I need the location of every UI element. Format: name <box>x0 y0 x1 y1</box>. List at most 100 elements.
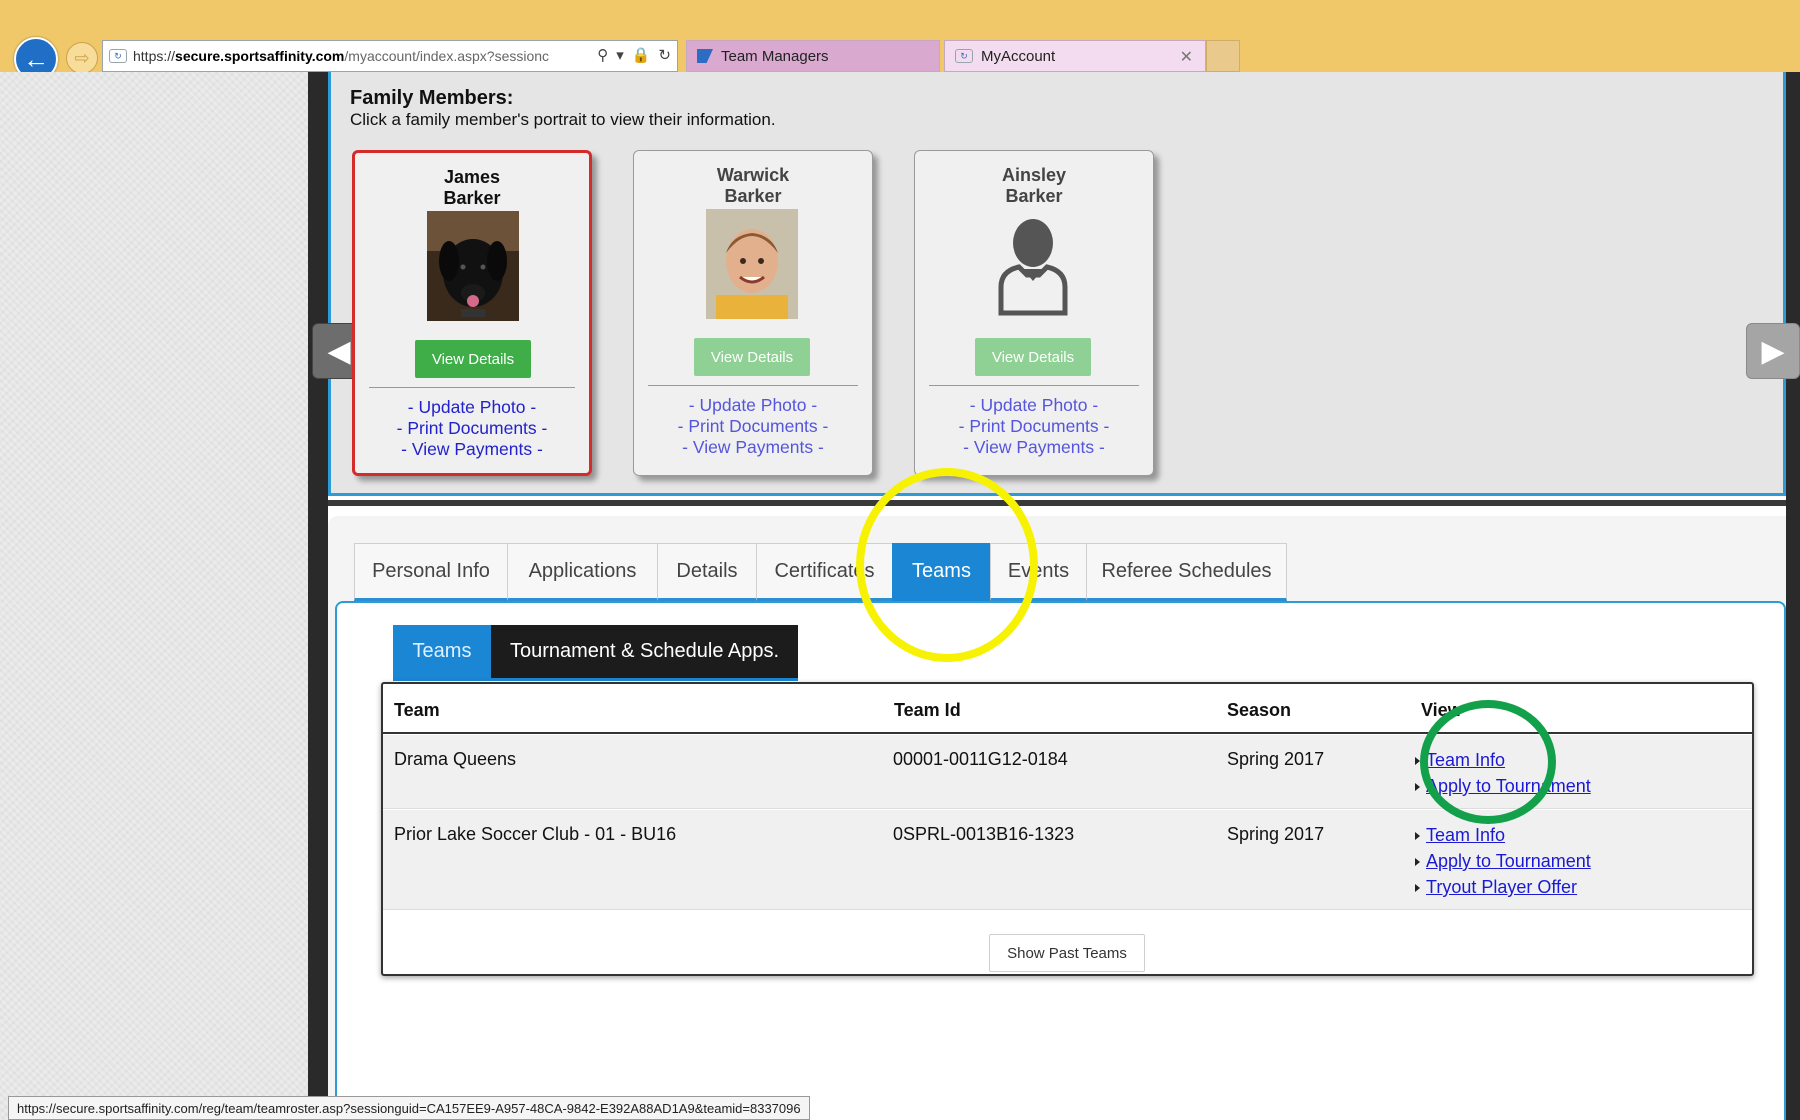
browser-tab-team-managers[interactable]: Team Managers <box>686 40 940 72</box>
update-photo-link[interactable]: - Update Photo - <box>915 395 1153 416</box>
close-tab-icon[interactable]: ✕ <box>1180 47 1193 67</box>
update-photo-link[interactable]: - Update Photo - <box>355 397 589 418</box>
page-border-right <box>1786 72 1800 1120</box>
page-background <box>0 72 308 1120</box>
chevron-left-icon: ◀ <box>327 334 351 368</box>
tryout-player-offer-link[interactable]: Tryout Player Offer <box>1415 874 1591 900</box>
print-documents-link[interactable]: - Print Documents - <box>915 416 1153 437</box>
member-card-warwick[interactable]: Warwick Barker View Details - Update Pho… <box>633 150 873 476</box>
member-name: Warwick Barker <box>634 165 872 207</box>
address-bar[interactable]: ↻ https://secure.sportsaffinity.com/myac… <box>102 40 678 72</box>
tab-referee-schedules[interactable]: Referee Schedules <box>1086 543 1287 601</box>
new-tab-button[interactable] <box>1206 40 1240 72</box>
lock-icon[interactable]: 🔒 <box>632 46 651 64</box>
tab-favicon-icon: ↻ <box>955 49 973 63</box>
triangle-bullet-icon <box>1415 858 1420 867</box>
view-payments-link[interactable]: - View Payments - <box>915 437 1153 458</box>
tab-personal-info[interactable]: Personal Info <box>354 543 507 601</box>
triangle-bullet-icon <box>1415 783 1420 792</box>
member-card-ainsley[interactable]: Ainsley Barker View Details - Update Pho… <box>914 150 1154 476</box>
card-divider <box>929 385 1139 386</box>
url-scheme: https:// <box>133 48 176 64</box>
view-details-button[interactable]: View Details <box>975 338 1091 376</box>
link-label: Team Info <box>1426 750 1506 770</box>
member-name: James Barker <box>355 167 589 209</box>
view-payments-link[interactable]: - View Payments - <box>355 439 589 460</box>
tab-flag-icon <box>697 49 713 63</box>
link-label: Tryout Player Offer <box>1426 877 1578 897</box>
print-documents-link[interactable]: - Print Documents - <box>355 418 589 439</box>
dropdown-icon[interactable]: ▾ <box>616 46 624 64</box>
view-payments-link[interactable]: - View Payments - <box>634 437 872 458</box>
member-first-name: Ainsley <box>1001 165 1067 185</box>
card-divider <box>648 385 858 386</box>
member-first-name: Warwick <box>716 165 790 185</box>
search-icon[interactable]: ⚲ <box>597 46 608 64</box>
browser-tab-label: Team Managers <box>721 47 829 65</box>
tab-applications[interactable]: Applications <box>507 543 657 601</box>
member-card-james[interactable]: James Barker View Details - Update Photo… <box>352 150 592 476</box>
season-cell: Spring 2017 <box>1227 824 1325 844</box>
tab-events[interactable]: Events <box>990 543 1086 601</box>
member-links: - Update Photo - - Print Documents - - V… <box>634 395 872 458</box>
browser-tab-myaccount[interactable]: ↻ MyAccount ✕ <box>944 40 1206 72</box>
status-bar-url: https://secure.sportsaffinity.com/reg/te… <box>8 1096 810 1120</box>
column-header-season: Season <box>1227 700 1292 720</box>
view-links: Team Info Apply to Tournament Tryout Pla… <box>1415 822 1591 900</box>
team-info-link[interactable]: Team Info <box>1415 822 1591 848</box>
header-rule <box>383 732 1752 734</box>
triangle-bullet-icon <box>1415 757 1420 766</box>
address-bar-icons: ⚲ ▾ 🔒 ↻ <box>597 46 671 64</box>
season-cell: Spring 2017 <box>1227 749 1325 769</box>
member-links: - Update Photo - - Print Documents - - V… <box>355 397 589 460</box>
url-host: secure.sportsaffinity.com <box>175 48 345 64</box>
view-details-button[interactable]: View Details <box>694 338 810 376</box>
print-documents-link[interactable]: - Print Documents - <box>634 416 872 437</box>
refresh-icon[interactable]: ↻ <box>658 46 671 64</box>
subtab-tournament-schedule-apps[interactable]: Tournament & Schedule Apps. <box>491 625 798 681</box>
card-divider <box>369 387 575 388</box>
member-first-name: James <box>443 167 501 187</box>
member-last-name: Barker <box>1005 186 1063 206</box>
apply-to-tournament-link[interactable]: Apply to Tournament <box>1415 773 1591 799</box>
tab-teams[interactable]: Teams <box>892 543 990 601</box>
member-last-name: Barker <box>724 186 782 206</box>
team-name-cell: Prior Lake Soccer Club - 01 - BU16 <box>394 824 677 844</box>
person-silhouette-icon[interactable] <box>987 209 1079 319</box>
apply-to-tournament-link[interactable]: Apply to Tournament <box>1415 848 1591 874</box>
show-past-teams-button[interactable]: Show Past Teams <box>989 934 1145 972</box>
chevron-right-icon: ▶ <box>1761 334 1785 368</box>
table-row: Drama Queens 00001-0011G12-0184 Spring 2… <box>383 735 1752 809</box>
triangle-bullet-icon <box>1415 884 1420 893</box>
table-row: Prior Lake Soccer Club - 01 - BU16 0SPRL… <box>383 810 1752 910</box>
teams-table: Team Team Id Season View Drama Queens 00… <box>381 682 1754 976</box>
tab-details[interactable]: Details <box>657 543 756 601</box>
member-last-name: Barker <box>443 188 501 208</box>
team-name-cell: Drama Queens <box>394 749 517 769</box>
column-header-team-id: Team Id <box>894 700 961 720</box>
main-tab-bar: Personal Info Applications Details Certi… <box>354 543 1287 601</box>
member-portrait-photo[interactable] <box>706 209 798 319</box>
url-path: /myaccount/index.aspx?sessionc <box>344 48 550 64</box>
family-members-subtitle: Click a family member's portrait to view… <box>350 110 776 129</box>
carousel-next-button[interactable]: ▶ <box>1746 323 1800 379</box>
team-info-link[interactable]: Team Info <box>1415 747 1591 773</box>
link-label: Apply to Tournament <box>1426 851 1591 871</box>
tab-certificates[interactable]: Certificates <box>756 543 892 601</box>
browser-tab-label: MyAccount <box>981 47 1056 65</box>
view-details-button[interactable]: View Details <box>415 340 531 378</box>
view-links: Team Info Apply to Tournament <box>1415 747 1591 799</box>
subtab-teams[interactable]: Teams <box>393 625 491 681</box>
update-photo-link[interactable]: - Update Photo - <box>634 395 872 416</box>
family-members-title: Family Members: <box>350 87 514 109</box>
member-links: - Update Photo - - Print Documents - - V… <box>915 395 1153 458</box>
forward-arrow-icon[interactable]: ⇨ <box>66 42 98 74</box>
member-name: Ainsley Barker <box>915 165 1153 207</box>
browser-toolbar: ← ⇨ ↻ https://secure.sportsaffinity.com /… <box>0 0 1800 81</box>
column-header-team: Team <box>394 700 440 720</box>
member-portrait-photo[interactable] <box>427 211 519 321</box>
link-label: Team Info <box>1426 825 1506 845</box>
triangle-bullet-icon <box>1415 832 1420 841</box>
sub-tab-bar: Teams Tournament & Schedule Apps. <box>393 625 798 681</box>
team-id-cell: 0SPRL-0013B16-1323 <box>893 824 1075 844</box>
